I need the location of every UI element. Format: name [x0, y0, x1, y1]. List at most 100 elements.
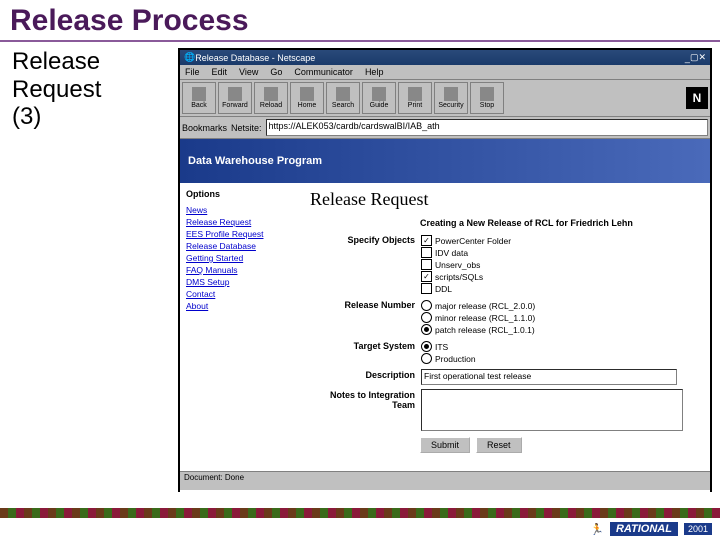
opt-label: minor release (RCL_1.1.0) — [435, 313, 535, 323]
forward-icon — [228, 87, 242, 101]
btn-label: Security — [438, 102, 463, 109]
back-button[interactable]: Back — [182, 82, 216, 114]
menu-communicator[interactable]: Communicator — [291, 66, 356, 78]
opt-label: patch release (RCL_1.0.1) — [435, 325, 535, 335]
status-bar: Document: Done — [180, 471, 710, 490]
search-icon — [336, 87, 350, 101]
app-icon: 🌐 — [184, 52, 195, 63]
sidebar-link-ees-profile[interactable]: EES Profile Request — [186, 229, 296, 239]
checkbox-unserv[interactable] — [421, 259, 432, 270]
runner-icon: 🏃 — [590, 523, 604, 536]
radio-major[interactable] — [421, 300, 432, 311]
sidebar-link-release-request[interactable]: Release Request — [186, 217, 296, 227]
stop-icon — [480, 87, 494, 101]
netsite-label: Netsite: — [231, 123, 262, 133]
sidebar-link-contact[interactable]: Contact — [186, 289, 296, 299]
description-input[interactable]: First operational test release — [421, 369, 677, 385]
btn-label: Forward — [222, 102, 248, 109]
maximize-button[interactable]: ▢ — [690, 52, 699, 63]
reload-button[interactable]: Reload — [254, 82, 288, 114]
btn-label: Guide — [370, 102, 389, 109]
checkbox-ddl[interactable] — [421, 283, 432, 294]
search-button[interactable]: Search — [326, 82, 360, 114]
page-content: Data Warehouse Program Options News Rele… — [180, 139, 710, 494]
submit-button[interactable]: Submit — [420, 437, 470, 453]
btn-label: Back — [191, 102, 207, 109]
print-button[interactable]: Print — [398, 82, 432, 114]
close-button[interactable]: ✕ — [698, 52, 706, 63]
bookmarks-button[interactable]: Bookmarks — [182, 123, 227, 133]
btn-label: Home — [298, 102, 317, 109]
stop-button[interactable]: Stop — [470, 82, 504, 114]
btn-label: Print — [408, 102, 422, 109]
sidebar: Options News Release Request EES Profile… — [180, 183, 302, 457]
guide-button[interactable]: Guide — [362, 82, 396, 114]
back-icon — [192, 87, 206, 101]
menu-edit[interactable]: Edit — [209, 66, 231, 78]
home-button[interactable]: Home — [290, 82, 324, 114]
main-panel: Release Request Creating a New Release o… — [302, 183, 710, 457]
radio-patch[interactable] — [421, 324, 432, 335]
opt-label: Production — [435, 354, 476, 364]
browser-window: 🌐 Release Database - Netscape _ ▢ ✕ File… — [178, 48, 712, 492]
relnum-label: Release Number — [310, 299, 421, 310]
toolbar: Back Forward Reload Home Search Guide Pr… — [180, 80, 710, 117]
brand-label: RATIONAL — [610, 522, 678, 536]
print-icon — [408, 87, 422, 101]
slide-footer: 🏃 RATIONAL 2001 — [0, 508, 720, 540]
home-icon — [300, 87, 314, 101]
btn-label: Reload — [260, 102, 282, 109]
app-banner: Data Warehouse Program — [180, 139, 710, 183]
opt-label: scripts/SQLs — [435, 272, 483, 282]
sidebar-link-news[interactable]: News — [186, 205, 296, 215]
address-bar: Bookmarks Netsite: https://ALEK053/cardb… — [180, 117, 710, 139]
notes-label: Notes to Integration Team — [310, 389, 421, 410]
opt-label: IDV data — [435, 248, 468, 258]
zigzag-divider — [0, 508, 720, 518]
sidebar-link-release-db[interactable]: Release Database — [186, 241, 296, 251]
radio-minor[interactable] — [421, 312, 432, 323]
desc-label: Description — [310, 369, 421, 380]
menu-view[interactable]: View — [236, 66, 261, 78]
sidebar-heading: Options — [186, 189, 296, 199]
target-label: Target System — [310, 340, 421, 351]
sidebar-link-about[interactable]: About — [186, 301, 296, 311]
radio-its[interactable] — [421, 341, 432, 352]
specify-group: ✓PowerCenter Folder IDV data Unserv_obs … — [421, 234, 702, 295]
reload-icon — [264, 87, 278, 101]
specify-label: Specify Objects — [310, 234, 421, 245]
lock-icon — [444, 87, 458, 101]
sidebar-link-getting-started[interactable]: Getting Started — [186, 253, 296, 263]
slide-title: Release Process — [0, 0, 720, 42]
sidebar-link-dms[interactable]: DMS Setup — [186, 277, 296, 287]
relnum-group: major release (RCL_2.0.0) minor release … — [421, 299, 702, 336]
sidebar-link-faq[interactable]: FAQ Manuals — [186, 265, 296, 275]
titlebar: 🌐 Release Database - Netscape _ ▢ ✕ — [180, 50, 710, 65]
menu-help[interactable]: Help — [362, 66, 387, 78]
opt-label: DDL — [435, 284, 452, 294]
opt-label: ITS — [435, 342, 448, 352]
notes-textarea[interactable] — [421, 389, 683, 431]
target-group: ITS Production — [421, 340, 702, 365]
netscape-logo: N — [686, 87, 708, 109]
btn-label: Stop — [480, 102, 494, 109]
page-title: Release Request — [310, 189, 702, 210]
opt-label: Unserv_obs — [435, 260, 480, 270]
checkbox-powercenter[interactable]: ✓ — [421, 235, 432, 246]
checkbox-idv[interactable] — [421, 247, 432, 258]
opt-label: major release (RCL_2.0.0) — [435, 301, 535, 311]
menu-file[interactable]: File — [182, 66, 203, 78]
menubar: File Edit View Go Communicator Help — [180, 65, 710, 80]
forward-button[interactable]: Forward — [218, 82, 252, 114]
url-field[interactable]: https://ALEK053/cardb/cardswalBI/IAB_ath — [266, 119, 708, 136]
guide-icon — [372, 87, 386, 101]
reset-button[interactable]: Reset — [476, 437, 522, 453]
opt-label: PowerCenter Folder — [435, 236, 511, 246]
security-button[interactable]: Security — [434, 82, 468, 114]
menu-go[interactable]: Go — [267, 66, 285, 78]
checkbox-scripts[interactable]: ✓ — [421, 271, 432, 282]
btn-label: Search — [332, 102, 354, 109]
window-title: Release Database - Netscape — [195, 53, 685, 63]
year-badge: 2001 — [684, 523, 712, 535]
radio-production[interactable] — [421, 353, 432, 364]
